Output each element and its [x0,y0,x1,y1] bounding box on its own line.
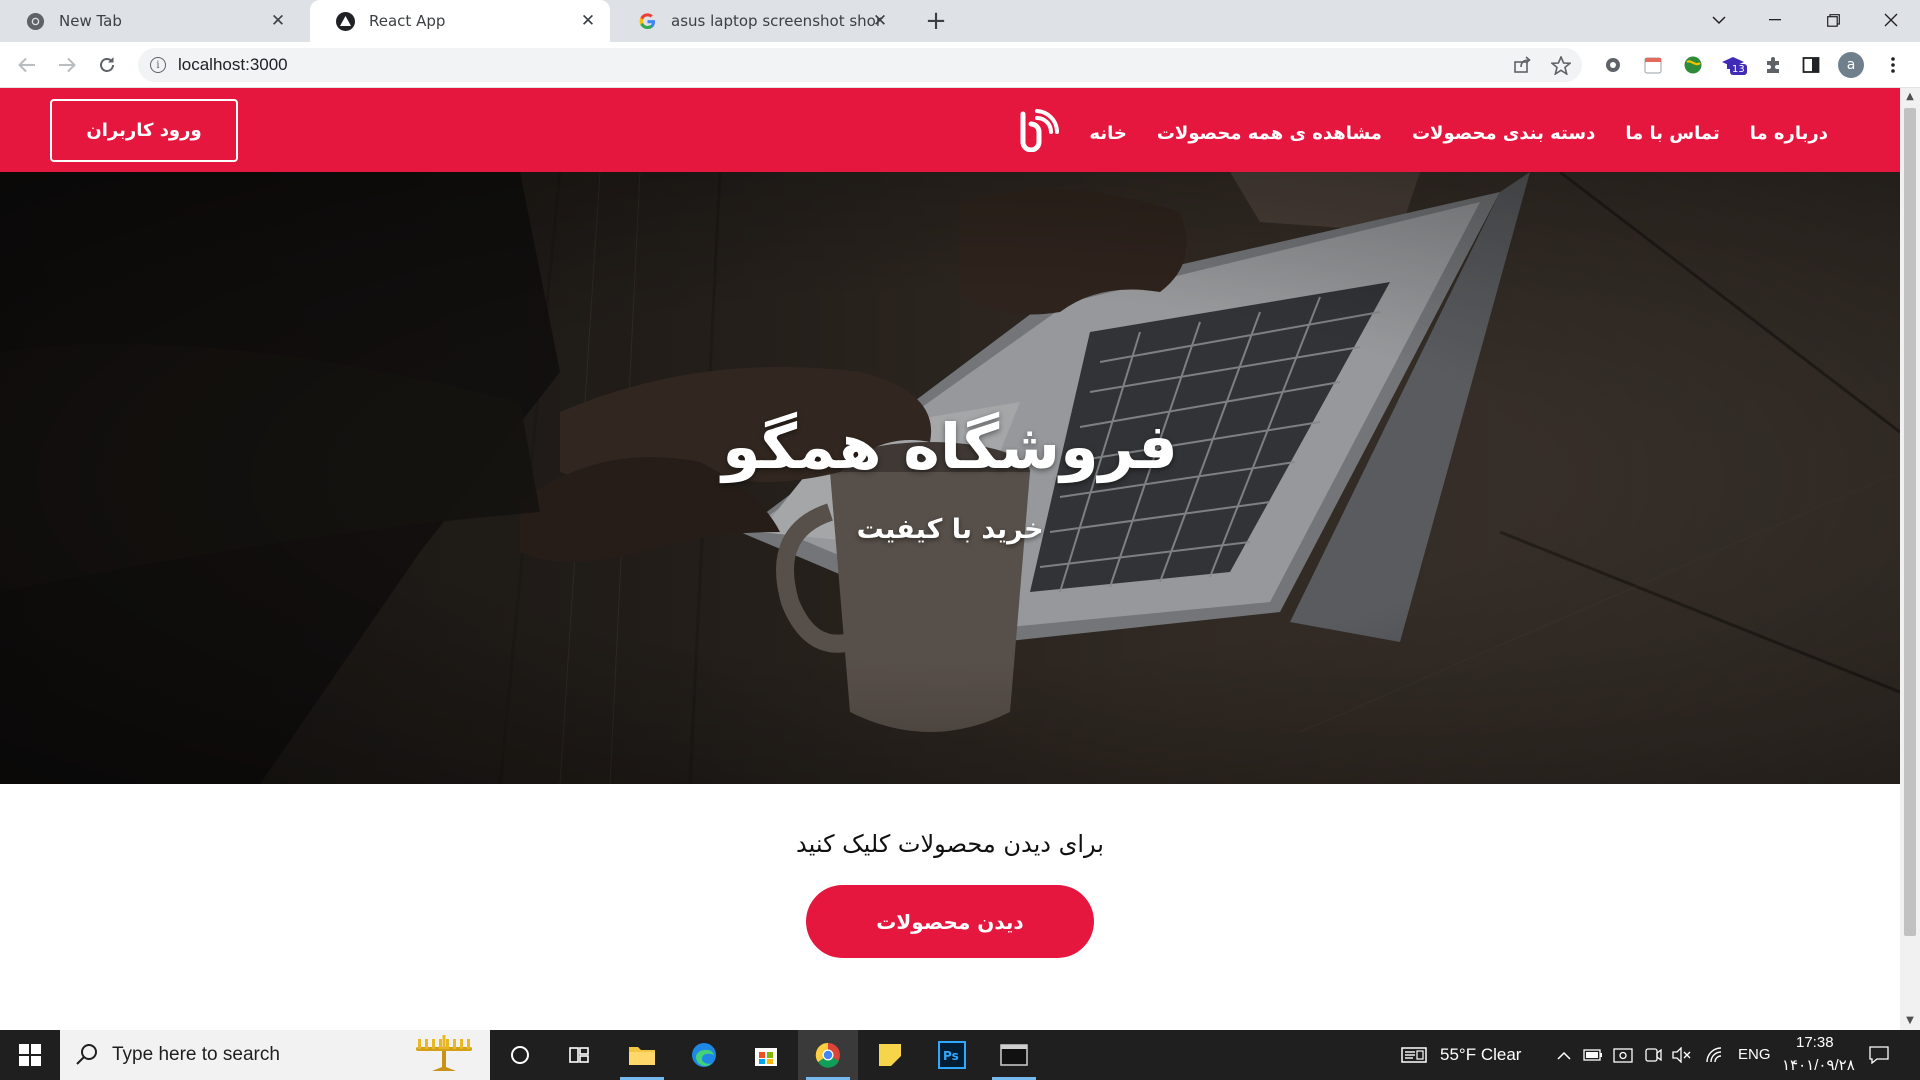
close-window-icon[interactable] [1864,0,1918,40]
taskbar-search-box[interactable]: Type here to search [60,1030,490,1080]
close-tab-icon[interactable]: ✕ [870,11,890,31]
main-menu: خانه مشاهده ی همه محصولات دسته بندی محصو… [989,88,1828,172]
user-login-button[interactable]: ورود کاربران [50,99,238,162]
input-language[interactable]: ENG [1738,1046,1771,1063]
close-tab-icon[interactable]: ✕ [268,11,288,31]
site-info-icon[interactable]: i [150,57,166,73]
site-navbar: ورود کاربران خانه مشاهده ی همه محصولات د… [0,88,1900,172]
clock-time[interactable]: 17:38 [1796,1034,1834,1051]
wifi-icon[interactable] [1704,1044,1726,1066]
hero-title: فروشگاه همگو [722,410,1178,483]
close-tab-icon[interactable]: ✕ [578,11,598,31]
view-products-button[interactable]: دیدن محصولات [806,885,1094,958]
windows-taskbar: Type here to search Ps 55°F Clear ENG 17… [0,1030,1920,1080]
page-viewport: ورود کاربران خانه مشاهده ی همه محصولات د… [0,88,1900,1030]
extension-calendar-icon[interactable] [1640,52,1666,78]
scrollbar-thumb[interactable] [1904,108,1916,936]
menorah-icon [416,1035,472,1071]
puzzle-extensions-icon[interactable] [1760,52,1786,78]
minimize-icon[interactable] [1748,0,1802,40]
svg-text:Ps: Ps [943,1049,959,1063]
weather-text[interactable]: 55°F Clear [1440,1045,1521,1065]
new-tab-button[interactable]: + [921,6,951,36]
clock-date[interactable]: ۱۴۰۱/۰۹/۲۸ [1782,1056,1855,1074]
sticky-notes-icon[interactable] [860,1030,920,1080]
reload-icon[interactable] [92,50,122,80]
extension-globe-icon[interactable] [1680,52,1706,78]
address-bar[interactable]: i localhost:3000 [138,48,1582,82]
cortana-icon[interactable] [490,1030,550,1080]
tray-chevron-up-icon[interactable] [1553,1044,1575,1066]
microsoft-store-icon[interactable] [736,1030,796,1080]
site-logo-icon[interactable] [1015,108,1060,153]
chrome-taskbar-icon[interactable] [798,1030,858,1080]
profile-initial: a [1838,52,1864,78]
chrome-icon [26,12,45,31]
photoshop-icon[interactable]: Ps [922,1030,982,1080]
battery-icon[interactable] [1582,1044,1604,1066]
camera-icon[interactable] [1642,1044,1664,1066]
restore-icon[interactable] [1806,0,1860,40]
profile-avatar[interactable]: a [1838,52,1864,78]
extension-graduation-icon[interactable]: 13 [1720,52,1747,78]
hero-banner: فروشگاه همگو خرید با کیفیت [0,172,1900,784]
meet-now-icon[interactable] [1612,1044,1634,1066]
notifications-icon[interactable] [1868,1044,1890,1066]
task-view-icon[interactable] [550,1030,610,1080]
google-icon [638,12,657,31]
cta-prompt: برای دیدن محصولات کلیک کنید [796,830,1104,858]
search-placeholder: Type here to search [112,1044,280,1065]
back-arrow-icon[interactable] [12,50,42,80]
terminal-icon[interactable] [984,1030,1044,1080]
file-explorer-icon[interactable] [612,1030,672,1080]
windows-start-icon[interactable] [0,1030,60,1080]
speaker-muted-icon[interactable] [1670,1044,1692,1066]
tab-title: React App [369,12,446,30]
page-scrollbar[interactable]: ▲ ▼ [1900,88,1920,1030]
tab-search-icon[interactable] [1692,0,1746,40]
menu-item-categories[interactable]: دسته بندی محصولات [1412,117,1595,144]
tab-title: asus laptop screenshot shortcut - [671,12,883,30]
hero-subtitle: خرید با کیفیت [856,514,1044,545]
scroll-down-icon[interactable]: ▼ [1905,1016,1915,1026]
search-icon [76,1044,97,1065]
menu-item-home[interactable]: خانه [1089,117,1126,144]
share-icon[interactable] [1509,52,1535,78]
weather-icon[interactable] [1400,1044,1428,1066]
tab-new-tab[interactable]: New Tab ✕ [0,0,300,42]
edge-browser-icon[interactable] [674,1030,734,1080]
scroll-up-icon[interactable]: ▲ [1905,92,1915,102]
side-panel-icon[interactable] [1798,52,1824,78]
menu-item-about[interactable]: درباره ما [1750,117,1828,144]
browser-toolbar: i localhost:3000 13 a [0,42,1920,88]
browser-tab-bar: New Tab ✕ React App ✕ asus laptop screen… [0,0,1920,42]
tab-react-app[interactable]: React App ✕ [310,0,610,42]
menu-item-all-products[interactable]: مشاهده ی همه محصولات [1157,117,1382,144]
kebab-menu-icon[interactable] [1880,52,1906,78]
react-app-icon [336,11,355,31]
tab-title: New Tab [59,12,122,30]
forward-arrow-icon[interactable] [52,50,82,80]
menu-item-contact[interactable]: تماس با ما [1625,117,1719,144]
extension-badge: 13 [1730,64,1747,75]
extension-camera-icon[interactable] [1600,52,1626,78]
bookmark-star-icon[interactable] [1548,52,1574,78]
tab-google-search[interactable]: asus laptop screenshot shortcut - ✕ [612,0,902,42]
url-text[interactable]: localhost:3000 [178,55,288,75]
